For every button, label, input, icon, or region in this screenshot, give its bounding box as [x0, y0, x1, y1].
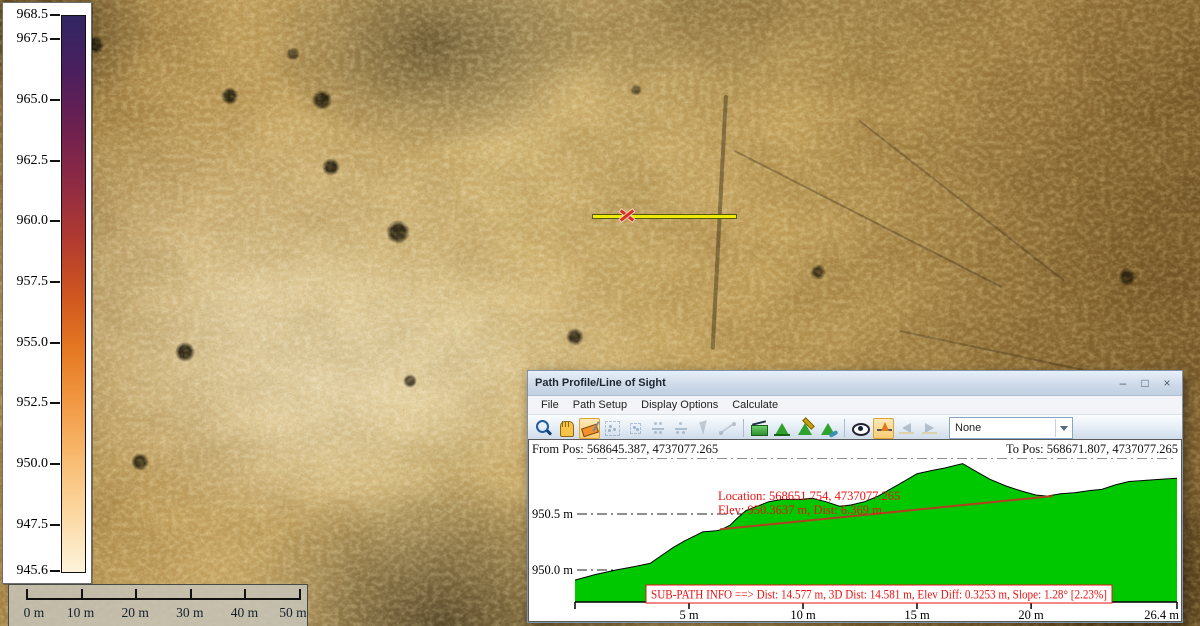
- window-title: Path Profile/Line of Sight: [535, 377, 1109, 389]
- pan-hand-icon[interactable]: [556, 418, 577, 439]
- colorbar-tick-label: 947.5: [3, 518, 48, 532]
- toolbar-separator: [844, 419, 845, 437]
- from-pos-label: From Pos: 568645.387, 4737077.265: [532, 442, 718, 457]
- path-divide-icon[interactable]: [648, 418, 669, 439]
- terrain-profile-icon[interactable]: [772, 418, 793, 439]
- elevation-profile-chart[interactable]: 950.5 m 950.0 m 5 m 10 m 15 m 20 m 26.4 m Locat…: [529, 458, 1181, 621]
- colorbar-tick: [50, 160, 60, 162]
- toolbar: None: [528, 415, 1182, 442]
- scalebar-label: 20 m: [121, 605, 148, 621]
- menu-path-setup[interactable]: Path Setup: [566, 396, 634, 414]
- colorbar-tick-label: 957.5: [3, 275, 48, 289]
- to-pos-label: To Pos: 568671.807, 4737077.265: [1006, 442, 1178, 457]
- subpath-info-text: SUB-PATH INFO ==> Dist: 14.577 m, 3D Dis…: [651, 588, 1107, 602]
- select-region-icon[interactable]: [602, 418, 623, 439]
- path-location-x-marker[interactable]: [618, 206, 636, 224]
- scalebar-label: 0 m: [24, 605, 45, 621]
- profile-chart-icon[interactable]: [749, 418, 770, 439]
- prev-profile-icon[interactable]: [896, 418, 917, 439]
- colorbar-tick: [50, 342, 60, 344]
- menu-file[interactable]: File: [534, 396, 566, 414]
- elevation-colorbar: [61, 15, 86, 573]
- y-axis-label: 950.0 m: [532, 563, 573, 577]
- scalebar-label: 30 m: [176, 605, 203, 621]
- menu-bar: File Path Setup Display Options Calculat…: [528, 396, 1182, 415]
- colorbar-tick-label: 945.6: [3, 564, 48, 578]
- x-axis-label: 10 m: [790, 608, 816, 621]
- toolbar-separator: [743, 419, 744, 437]
- menu-calculate[interactable]: Calculate: [725, 396, 785, 414]
- profile-pane: From Pos: 568645.387, 4737077.265 To Pos…: [528, 439, 1182, 622]
- scalebar-label: 10 m: [67, 605, 94, 621]
- y-axis-label: 950.5 m: [532, 507, 573, 521]
- x-axis-label: 26.4 m: [1144, 608, 1179, 621]
- next-profile-icon[interactable]: [919, 418, 940, 439]
- chevron-down-icon[interactable]: [1055, 419, 1072, 437]
- measured-path-line[interactable]: [592, 214, 737, 219]
- x-axis-label: 15 m: [904, 608, 930, 621]
- screen: 968.5 967.5 965.0 962.5 960.0 957.5 955.0 952.5…: [0, 0, 1200, 626]
- scalebar-tick: [81, 589, 83, 600]
- colorbar-tick-label: 952.5: [3, 396, 48, 410]
- visibility-eye-icon[interactable]: [850, 418, 871, 439]
- minimize-icon[interactable]: –: [1115, 375, 1131, 391]
- measure-path-icon[interactable]: [579, 418, 600, 439]
- location-annotation-line2: Elev: 950.3637 m, Dist: 6.369 m: [718, 503, 882, 517]
- colorbar-tick-label: 967.5: [3, 32, 48, 46]
- colorbar-tick: [50, 281, 60, 283]
- scalebar-line: [26, 598, 299, 600]
- colorbar-tick: [50, 524, 60, 526]
- toolbar-icons: [532, 418, 941, 439]
- map-scalebar-panel: 0 m 10 m 20 m 30 m 40 m 50 m: [8, 584, 308, 626]
- window-titlebar[interactable]: Path Profile/Line of Sight – □ ×: [528, 371, 1182, 396]
- select-points-icon[interactable]: [625, 418, 646, 439]
- scalebar-tick: [135, 589, 137, 600]
- x-axis-label: 20 m: [1018, 608, 1044, 621]
- colorbar-tick: [50, 38, 60, 40]
- colorbar-tick-label: 960.0: [3, 214, 48, 228]
- path-divide-alt-icon[interactable]: [671, 418, 692, 439]
- scalebar-tick: [299, 589, 301, 600]
- colorbar-tick: [50, 570, 60, 572]
- combobox-value: None: [950, 422, 1055, 434]
- zoom-tool-icon[interactable]: [533, 418, 554, 439]
- colorbar-tick: [50, 99, 60, 101]
- position-bar: From Pos: 568645.387, 4737077.265 To Pos…: [529, 440, 1181, 458]
- path-profile-window: Path Profile/Line of Sight – □ × File Pa…: [527, 370, 1183, 623]
- profile-marker-icon[interactable]: [873, 418, 894, 439]
- colorbar-tick: [50, 220, 60, 222]
- location-annotation-line1: Location: 568651.754, 4737077.265: [718, 489, 900, 503]
- line-of-sight-tool-icon[interactable]: [717, 418, 738, 439]
- terrain-edit-icon[interactable]: [795, 418, 816, 439]
- pointer-select-icon[interactable]: [694, 418, 715, 439]
- colorbar-tick-label: 965.0: [3, 93, 48, 107]
- elevation-legend-panel: 968.5 967.5 965.0 962.5 960.0 957.5 955.0 952.5…: [2, 2, 92, 584]
- colorbar-tick-label: 962.5: [3, 154, 48, 168]
- terrain-profile-area: [575, 464, 1177, 602]
- terrain-tools-icon[interactable]: [818, 418, 839, 439]
- colorbar-tick: [50, 463, 60, 465]
- x-axis-label: 5 m: [679, 608, 698, 621]
- colorbar-tick-label: 968.5: [3, 8, 48, 22]
- colorbar-tick: [50, 14, 60, 16]
- scalebar-tick: [190, 589, 192, 600]
- scalebar-label: 40 m: [231, 605, 258, 621]
- colorbar-tick: [50, 402, 60, 404]
- menu-display-options[interactable]: Display Options: [634, 396, 725, 414]
- colorbar-tick-label: 955.0: [3, 336, 48, 350]
- scalebar-tick: [244, 589, 246, 600]
- colorbar-tick-label: 950.0: [3, 457, 48, 471]
- maximize-icon[interactable]: □: [1137, 375, 1153, 391]
- overlay-select-combobox[interactable]: None: [949, 417, 1073, 439]
- scalebar-label: 50 m: [279, 605, 306, 621]
- scalebar-tick: [26, 589, 28, 600]
- close-icon[interactable]: ×: [1159, 375, 1175, 391]
